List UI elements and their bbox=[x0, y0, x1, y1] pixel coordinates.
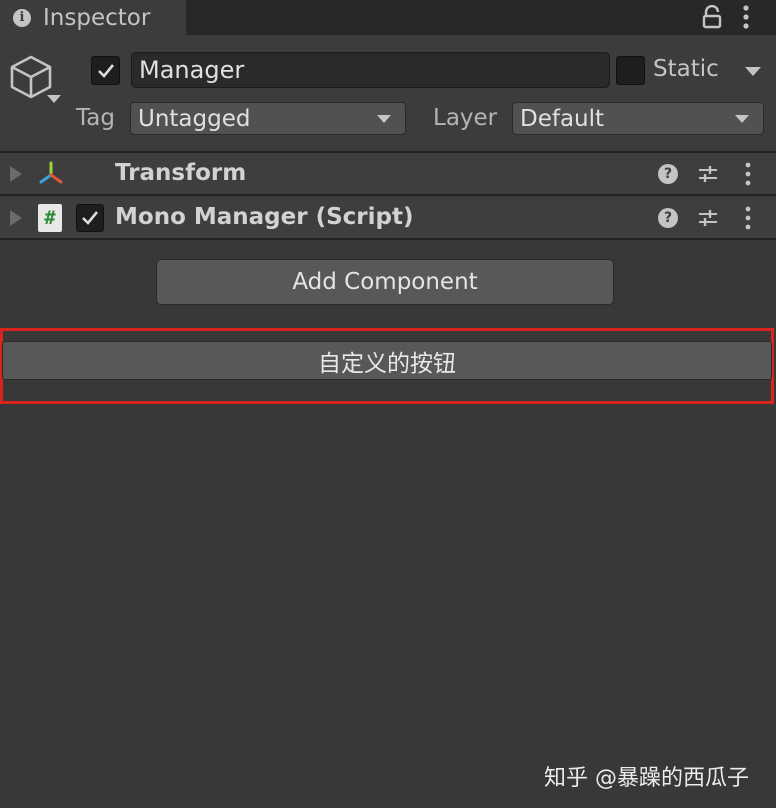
active-checkbox[interactable] bbox=[91, 56, 120, 85]
lock-icon[interactable] bbox=[701, 5, 723, 29]
add-component-button[interactable]: Add Component bbox=[156, 259, 614, 305]
kebab-menu-icon[interactable] bbox=[740, 161, 756, 187]
tag-dropdown[interactable]: Untagged bbox=[130, 102, 406, 135]
chevron-down-icon bbox=[377, 115, 391, 123]
component-title: Transform bbox=[115, 160, 247, 186]
custom-button[interactable]: 自定义的按钮 bbox=[2, 341, 772, 380]
gameobject-cube-icon[interactable] bbox=[8, 53, 54, 101]
tab-inspector-label: Inspector bbox=[43, 4, 151, 31]
checkmark-icon bbox=[97, 63, 114, 78]
static-checkbox[interactable] bbox=[616, 56, 645, 85]
checkmark-icon bbox=[82, 211, 99, 225]
presets-sliders-icon[interactable] bbox=[697, 207, 719, 229]
chevron-down-icon bbox=[735, 115, 749, 123]
tag-label: Tag bbox=[76, 105, 115, 131]
tab-inspector[interactable]: i Inspector bbox=[0, 0, 186, 35]
icon-dropdown-caret-icon[interactable] bbox=[47, 95, 61, 103]
component-transform[interactable]: Transform ? bbox=[0, 153, 776, 196]
layer-dropdown[interactable]: Default bbox=[512, 102, 764, 135]
component-title: Mono Manager (Script) bbox=[115, 204, 414, 230]
tag-dropdown-value: Untagged bbox=[138, 105, 251, 132]
foldout-arrow-icon[interactable] bbox=[10, 210, 22, 226]
static-dropdown-caret-icon[interactable] bbox=[745, 67, 761, 76]
component-enabled-checkbox[interactable] bbox=[76, 204, 104, 232]
static-label: Static bbox=[653, 56, 719, 82]
tab-strip bbox=[186, 0, 776, 35]
kebab-menu-icon[interactable] bbox=[737, 3, 755, 31]
help-icon[interactable]: ? bbox=[658, 164, 678, 184]
inspector-window: i Inspector Static Tag bbox=[0, 0, 776, 808]
component-mono-manager[interactable]: # Mono Manager (Script) ? bbox=[0, 197, 776, 240]
transform-axes-icon bbox=[39, 161, 63, 184]
object-name-field[interactable] bbox=[131, 52, 610, 88]
layer-label: Layer bbox=[433, 105, 498, 131]
help-icon[interactable]: ? bbox=[658, 208, 678, 228]
presets-sliders-icon[interactable] bbox=[697, 163, 719, 185]
layer-dropdown-value: Default bbox=[520, 105, 605, 132]
kebab-menu-icon[interactable] bbox=[740, 205, 756, 231]
watermark-text: 知乎 @暴躁的西瓜子 bbox=[544, 766, 749, 791]
csharp-script-icon: # bbox=[38, 204, 62, 232]
foldout-arrow-icon[interactable] bbox=[10, 166, 22, 182]
tab-bar: i Inspector bbox=[0, 0, 776, 35]
info-icon: i bbox=[13, 8, 31, 27]
gameobject-header: Static Tag Untagged Layer Default bbox=[0, 35, 776, 153]
